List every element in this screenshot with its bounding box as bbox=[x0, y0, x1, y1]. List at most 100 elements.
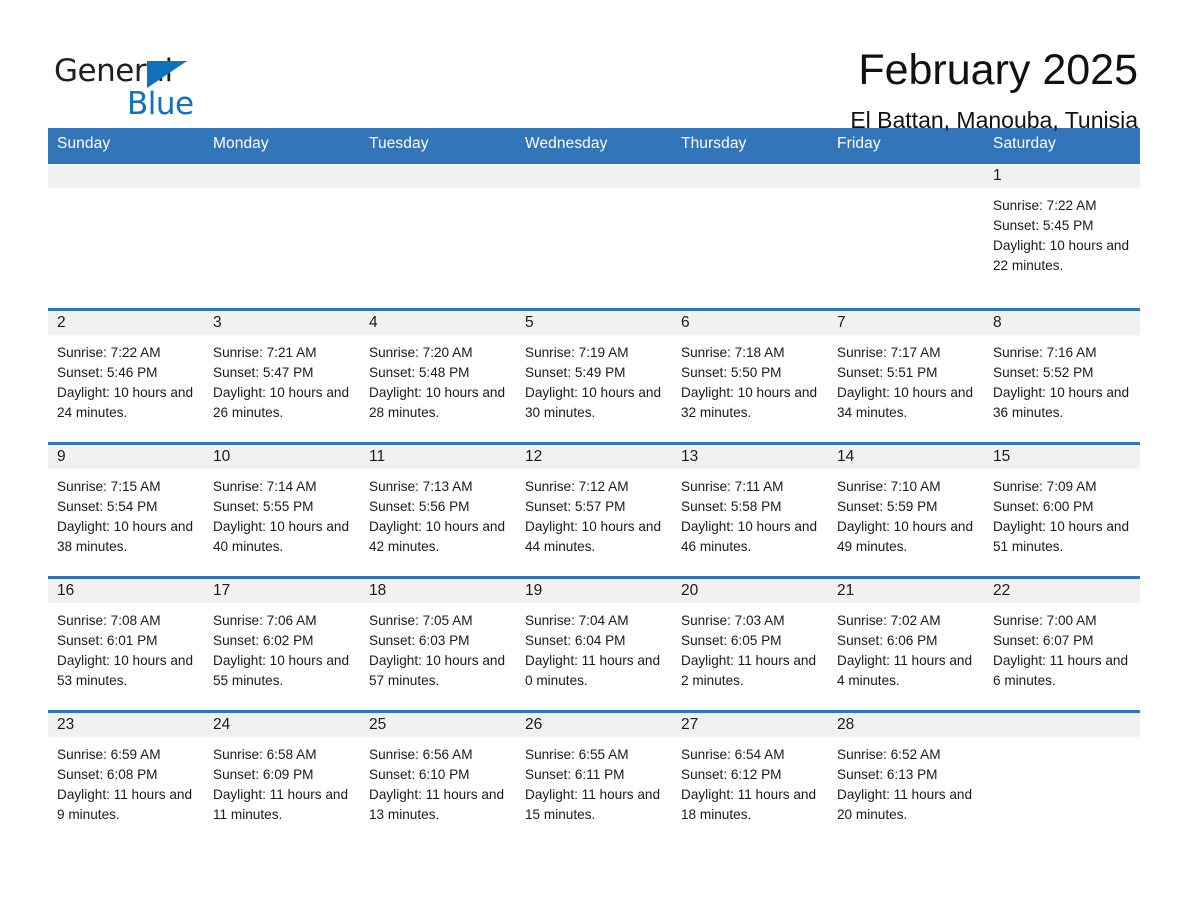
sunset-text: Sunset: 5:46 PM bbox=[57, 365, 158, 380]
calendar-day-cell[interactable]: 2 Sunrise: 7:22 AM Sunset: 5:46 PM Daylight… bbox=[48, 308, 204, 444]
day-details: Sunrise: 7:09 AM Sunset: 6:00 PM Daylight:… bbox=[984, 469, 1140, 557]
sunrise-text: Sunrise: 7:09 AM bbox=[993, 479, 1097, 494]
day-number: 18 bbox=[369, 582, 387, 599]
calendar-day-cell[interactable]: 14 Sunrise: 7:10 AM Sunset: 5:59 PM Dayligh… bbox=[828, 442, 984, 578]
sunrise-text: Sunrise: 6:59 AM bbox=[57, 747, 161, 762]
sunset-text: Sunset: 5:47 PM bbox=[213, 365, 314, 380]
calendar-day-cell[interactable]: 28 Sunrise: 6:52 AM Sunset: 6:13 PM Dayligh… bbox=[828, 710, 984, 844]
day-cell-content: 24 Sunrise: 6:58 AM Sunset: 6:09 PM Dayligh… bbox=[204, 713, 360, 844]
calendar-day-cell[interactable]: 27 Sunrise: 6:54 AM Sunset: 6:12 PM Dayligh… bbox=[672, 710, 828, 844]
sunset-text: Sunset: 6:12 PM bbox=[681, 767, 782, 782]
daylight-text: Daylight: 10 hours and 28 minutes. bbox=[369, 385, 506, 420]
calendar-cell-empty bbox=[672, 161, 828, 310]
daylight-text: Daylight: 10 hours and 30 minutes. bbox=[525, 385, 662, 420]
day-details: Sunrise: 7:02 AM Sunset: 6:06 PM Daylight:… bbox=[828, 603, 984, 691]
day-cell-content: 18 Sunrise: 7:05 AM Sunset: 6:03 PM Dayligh… bbox=[360, 579, 516, 710]
sunset-text: Sunset: 6:00 PM bbox=[993, 499, 1094, 514]
day-cell-content bbox=[984, 713, 1140, 844]
calendar-week-row: 1 Sunrise: 7:22 AM Sunset: 5:45 PM Daylight… bbox=[48, 161, 1140, 310]
day-number-band: 8 bbox=[984, 311, 1140, 335]
calendar-day-cell[interactable]: 3 Sunrise: 7:21 AM Sunset: 5:47 PM Daylight… bbox=[204, 308, 360, 444]
day-number-band: 16 bbox=[48, 579, 204, 603]
day-details: Sunrise: 7:17 AM Sunset: 5:51 PM Daylight:… bbox=[828, 335, 984, 423]
day-number-band bbox=[984, 713, 1140, 737]
sunset-text: Sunset: 5:54 PM bbox=[57, 499, 158, 514]
calendar-day-cell[interactable]: 1 Sunrise: 7:22 AM Sunset: 5:45 PM Daylight… bbox=[984, 161, 1140, 310]
day-number: 25 bbox=[369, 716, 387, 733]
day-number: 26 bbox=[525, 716, 543, 733]
daylight-text: Daylight: 11 hours and 4 minutes. bbox=[837, 653, 973, 688]
day-details: Sunrise: 7:06 AM Sunset: 6:02 PM Daylight:… bbox=[204, 603, 360, 691]
calendar-day-cell[interactable]: 10 Sunrise: 7:14 AM Sunset: 5:55 PM Dayligh… bbox=[204, 442, 360, 578]
daylight-text: Daylight: 11 hours and 13 minutes. bbox=[369, 787, 505, 822]
day-cell-content bbox=[672, 164, 828, 308]
weekday-header-monday: Monday bbox=[204, 128, 360, 163]
day-cell-content: 3 Sunrise: 7:21 AM Sunset: 5:47 PM Daylight… bbox=[204, 311, 360, 442]
calendar-day-cell[interactable]: 23 Sunrise: 6:59 AM Sunset: 6:08 PM Dayligh… bbox=[48, 710, 204, 844]
daylight-text: Daylight: 10 hours and 38 minutes. bbox=[57, 519, 194, 554]
calendar-day-cell[interactable]: 11 Sunrise: 7:13 AM Sunset: 5:56 PM Dayligh… bbox=[360, 442, 516, 578]
day-number-band: 9 bbox=[48, 445, 204, 469]
day-number: 20 bbox=[681, 582, 699, 599]
day-number-band: 27 bbox=[672, 713, 828, 737]
calendar-day-cell[interactable]: 21 Sunrise: 7:02 AM Sunset: 6:06 PM Dayligh… bbox=[828, 576, 984, 712]
sunset-text: Sunset: 6:08 PM bbox=[57, 767, 158, 782]
calendar-day-cell[interactable]: 13 Sunrise: 7:11 AM Sunset: 5:58 PM Dayligh… bbox=[672, 442, 828, 578]
calendar-day-cell[interactable]: 5 Sunrise: 7:19 AM Sunset: 5:49 PM Daylight… bbox=[516, 308, 672, 444]
calendar-day-cell[interactable]: 25 Sunrise: 6:56 AM Sunset: 6:10 PM Dayligh… bbox=[360, 710, 516, 844]
logo-text-blue: Blue bbox=[127, 86, 194, 122]
day-number-band: 6 bbox=[672, 311, 828, 335]
day-number: 6 bbox=[681, 314, 690, 331]
day-cell-content bbox=[828, 164, 984, 308]
day-cell-content: 28 Sunrise: 6:52 AM Sunset: 6:13 PM Dayligh… bbox=[828, 713, 984, 844]
day-number-band: 19 bbox=[516, 579, 672, 603]
day-cell-content: 4 Sunrise: 7:20 AM Sunset: 5:48 PM Daylight… bbox=[360, 311, 516, 442]
sunset-text: Sunset: 5:45 PM bbox=[993, 218, 1094, 233]
sunrise-text: Sunrise: 7:04 AM bbox=[525, 613, 629, 628]
sunrise-text: Sunrise: 7:22 AM bbox=[993, 198, 1097, 213]
calendar-day-cell[interactable]: 22 Sunrise: 7:00 AM Sunset: 6:07 PM Dayligh… bbox=[984, 576, 1140, 712]
daylight-text: Daylight: 10 hours and 32 minutes. bbox=[681, 385, 818, 420]
calendar-day-cell[interactable]: 20 Sunrise: 7:03 AM Sunset: 6:05 PM Dayligh… bbox=[672, 576, 828, 712]
calendar-day-cell[interactable]: 24 Sunrise: 6:58 AM Sunset: 6:09 PM Dayligh… bbox=[204, 710, 360, 844]
day-cell-content: 12 Sunrise: 7:12 AM Sunset: 5:57 PM Dayligh… bbox=[516, 445, 672, 576]
day-number: 5 bbox=[525, 314, 534, 331]
calendar-day-cell[interactable]: 26 Sunrise: 6:55 AM Sunset: 6:11 PM Dayligh… bbox=[516, 710, 672, 844]
daylight-text: Daylight: 10 hours and 22 minutes. bbox=[993, 238, 1130, 273]
calendar-day-cell[interactable]: 4 Sunrise: 7:20 AM Sunset: 5:48 PM Daylight… bbox=[360, 308, 516, 444]
day-number-band bbox=[828, 164, 984, 188]
day-number: 24 bbox=[213, 716, 231, 733]
calendar-day-cell[interactable]: 6 Sunrise: 7:18 AM Sunset: 5:50 PM Daylight… bbox=[672, 308, 828, 444]
sunrise-text: Sunrise: 7:08 AM bbox=[57, 613, 161, 628]
day-cell-content: 15 Sunrise: 7:09 AM Sunset: 6:00 PM Dayligh… bbox=[984, 445, 1140, 576]
calendar-day-cell[interactable]: 9 Sunrise: 7:15 AM Sunset: 5:54 PM Daylight… bbox=[48, 442, 204, 578]
calendar-day-cell[interactable]: 12 Sunrise: 7:12 AM Sunset: 5:57 PM Dayligh… bbox=[516, 442, 672, 578]
calendar-day-cell[interactable]: 7 Sunrise: 7:17 AM Sunset: 5:51 PM Daylight… bbox=[828, 308, 984, 444]
sunrise-text: Sunrise: 7:00 AM bbox=[993, 613, 1097, 628]
day-details: Sunrise: 6:56 AM Sunset: 6:10 PM Daylight:… bbox=[360, 737, 516, 825]
day-number-band: 2 bbox=[48, 311, 204, 335]
sunset-text: Sunset: 5:58 PM bbox=[681, 499, 782, 514]
calendar-day-cell[interactable]: 18 Sunrise: 7:05 AM Sunset: 6:03 PM Dayligh… bbox=[360, 576, 516, 712]
calendar-day-cell[interactable]: 17 Sunrise: 7:06 AM Sunset: 6:02 PM Dayligh… bbox=[204, 576, 360, 712]
daylight-text: Daylight: 10 hours and 57 minutes. bbox=[369, 653, 506, 688]
day-number: 12 bbox=[525, 448, 543, 465]
day-cell-content: 6 Sunrise: 7:18 AM Sunset: 5:50 PM Daylight… bbox=[672, 311, 828, 442]
daylight-text: Daylight: 10 hours and 34 minutes. bbox=[837, 385, 974, 420]
calendar-day-cell[interactable]: 19 Sunrise: 7:04 AM Sunset: 6:04 PM Dayligh… bbox=[516, 576, 672, 712]
sunset-text: Sunset: 5:50 PM bbox=[681, 365, 782, 380]
sunrise-text: Sunrise: 7:20 AM bbox=[369, 345, 473, 360]
day-cell-content: 26 Sunrise: 6:55 AM Sunset: 6:11 PM Dayligh… bbox=[516, 713, 672, 844]
title-block: February 2025 El Battan, Manouba, Tunisi… bbox=[850, 47, 1140, 134]
sunset-text: Sunset: 6:01 PM bbox=[57, 633, 158, 648]
daylight-text: Daylight: 11 hours and 6 minutes. bbox=[993, 653, 1129, 688]
calendar-day-cell[interactable]: 8 Sunrise: 7:16 AM Sunset: 5:52 PM Daylight… bbox=[984, 308, 1140, 444]
day-cell-content bbox=[360, 164, 516, 308]
day-number: 27 bbox=[681, 716, 699, 733]
day-cell-content: 1 Sunrise: 7:22 AM Sunset: 5:45 PM Daylight… bbox=[984, 164, 1140, 308]
calendar-day-cell[interactable]: 15 Sunrise: 7:09 AM Sunset: 6:00 PM Dayligh… bbox=[984, 442, 1140, 578]
day-cell-content: 11 Sunrise: 7:13 AM Sunset: 5:56 PM Dayligh… bbox=[360, 445, 516, 576]
calendar-day-cell[interactable]: 16 Sunrise: 7:08 AM Sunset: 6:01 PM Dayligh… bbox=[48, 576, 204, 712]
sunrise-text: Sunrise: 6:58 AM bbox=[213, 747, 317, 762]
generalblue-logo[interactable]: General Blue bbox=[48, 48, 198, 120]
